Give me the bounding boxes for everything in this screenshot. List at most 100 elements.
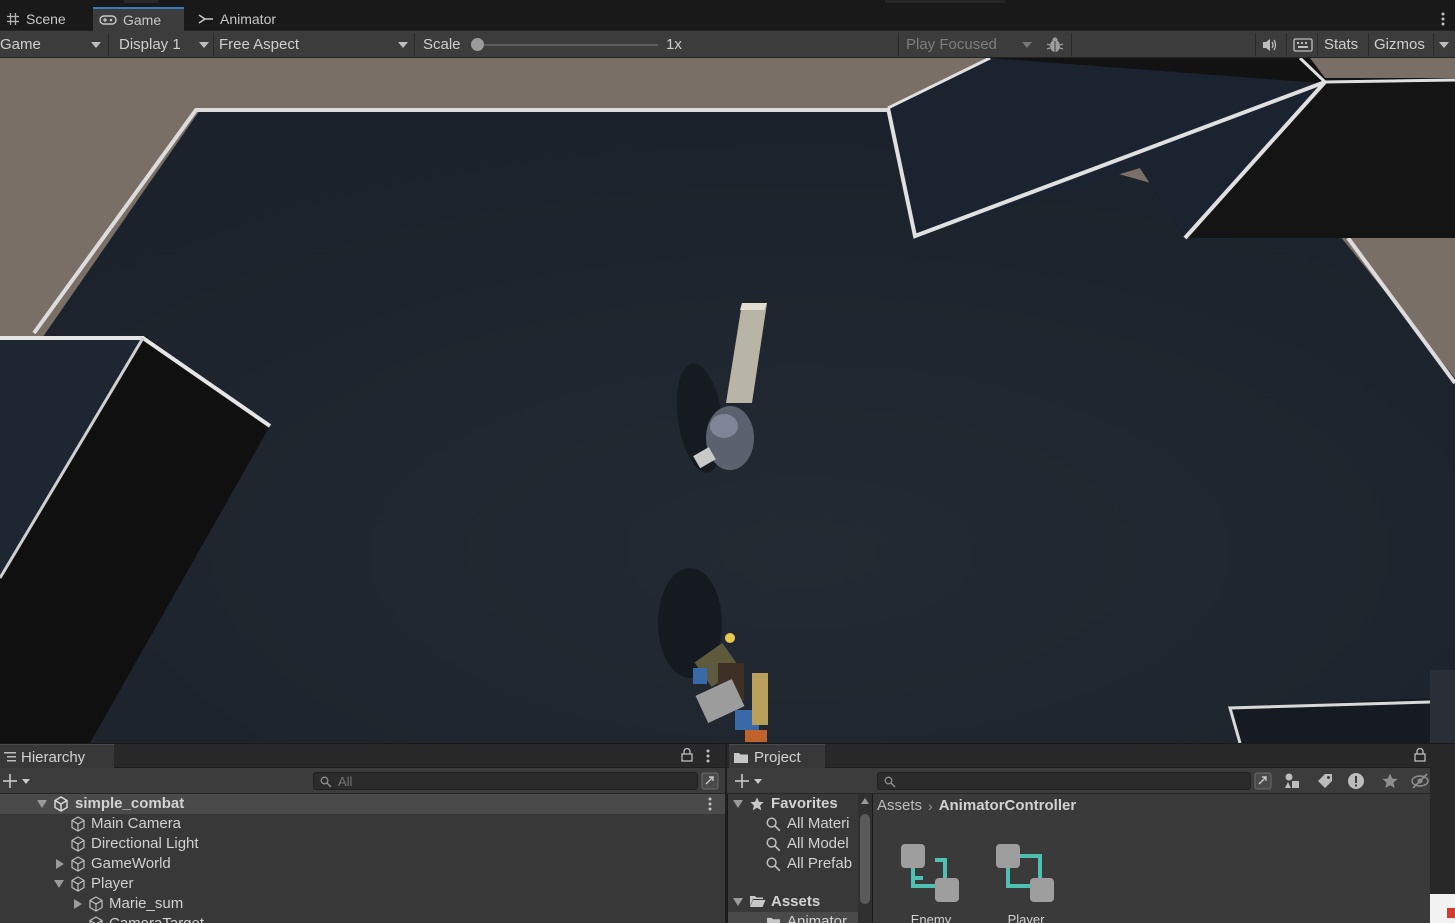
grid-icon (6, 12, 20, 26)
game-viewport[interactable] (0, 58, 1455, 743)
hierarchy-item[interactable]: CameraTarget (0, 914, 725, 923)
hierarchy-title: Hierarchy (21, 748, 86, 766)
gameobject-icon (70, 816, 86, 836)
breadcrumb-current[interactable]: AnimatorController (939, 797, 1077, 814)
hierarchy-more-icon[interactable] (706, 748, 710, 767)
game-render (0, 58, 1455, 743)
asset-tile[interactable]: Enemy (899, 842, 963, 923)
chevron-down-icon (1022, 42, 1032, 48)
favorite-item-label: All Model (787, 835, 849, 852)
view-tab-bar: Scene Game Animator (0, 7, 1455, 31)
chevron-down-icon (398, 42, 408, 48)
more-options-icon[interactable] (1441, 10, 1445, 28)
scene-more-icon[interactable] (708, 796, 712, 816)
hierarchy-search-input[interactable] (313, 772, 698, 790)
hierarchy-search[interactable] (313, 768, 698, 794)
hidden-packages-icon[interactable] (1411, 772, 1429, 793)
top-strip-highlight (124, 0, 158, 3)
play-mode-label: Play Focused (906, 36, 997, 53)
expand-arrow-icon[interactable] (74, 899, 82, 909)
hierarchy-item[interactable]: Main Camera (0, 814, 725, 834)
lock-icon[interactable] (681, 747, 693, 765)
project-header: Project (727, 744, 1430, 769)
favorites-row[interactable]: Favorites (728, 794, 858, 814)
assets-child-row[interactable]: Animator (728, 912, 858, 923)
audio-icon[interactable] (1261, 31, 1279, 58)
filter-by-label-icon[interactable] (1316, 772, 1334, 793)
keyboard-icon[interactable] (1293, 31, 1313, 58)
gameobject-icon (88, 896, 104, 916)
game-mode-label: Game (0, 36, 41, 53)
hierarchy-item-label: GameWorld (91, 855, 171, 872)
toolbar-divider (213, 33, 214, 56)
asset-tile[interactable]: Player (994, 842, 1058, 923)
project-lock-icon[interactable] (1414, 747, 1426, 765)
collapse-arrow-icon[interactable] (733, 800, 743, 808)
hierarchy-item[interactable]: GameWorld (0, 854, 725, 874)
scale-label: Scale (423, 36, 461, 53)
breadcrumb-root[interactable]: Assets (877, 797, 922, 814)
hierarchy-add-button[interactable] (3, 772, 33, 793)
expand-arrow-icon[interactable] (56, 859, 64, 869)
folder-tree-scrollbar[interactable] (858, 794, 872, 923)
hierarchy-item[interactable]: Marie_sum (0, 894, 725, 914)
project-add-button[interactable] (735, 772, 765, 793)
animator-controller-icon (901, 844, 959, 902)
star-icon[interactable] (1381, 772, 1399, 793)
toolbar-divider (1071, 33, 1072, 56)
scroll-up-icon[interactable] (861, 798, 869, 804)
desktop-edge (1430, 744, 1455, 923)
warning-filter-icon[interactable] (1347, 772, 1365, 793)
asset-tile-label: Enemy (910, 912, 952, 923)
scene-row[interactable]: simple_combat (0, 794, 725, 814)
search-expand-icon[interactable] (1254, 772, 1272, 793)
display-label: Display 1 (119, 36, 181, 53)
hierarchy-item[interactable]: Player (0, 874, 725, 894)
hierarchy-item-label: Directional Light (91, 835, 199, 852)
play-mode-dropdown[interactable]: Play Focused (906, 31, 1036, 58)
tab-animator[interactable]: Animator (192, 7, 282, 31)
stats-button[interactable]: Stats (1324, 31, 1358, 58)
favorite-item[interactable]: All Prefab (728, 854, 858, 874)
game-mode-dropdown[interactable]: Game (0, 31, 104, 58)
bug-icon[interactable] (1045, 31, 1065, 58)
scale-slider-track[interactable] (478, 44, 658, 46)
collapse-arrow-icon[interactable] (733, 898, 743, 906)
toolbar-divider (1255, 33, 1256, 56)
assets-row[interactable]: Assets (728, 892, 858, 912)
tab-scene[interactable]: Scene (0, 7, 72, 31)
gizmos-chevron-down-icon[interactable] (1439, 42, 1449, 48)
favorite-item-label: All Materi (787, 815, 850, 832)
animator-controller-icon (996, 844, 1054, 902)
tab-hierarchy[interactable]: Hierarchy (0, 744, 114, 769)
gameobject-icon (70, 836, 86, 856)
hierarchy-item[interactable]: Directional Light (0, 834, 725, 854)
hierarchy-list: simple_combat Main Camera Directional Li… (0, 794, 725, 923)
tab-scene-label: Scene (26, 11, 66, 27)
project-search[interactable] (877, 768, 1251, 794)
search-icon (766, 817, 781, 835)
tab-project[interactable]: Project (729, 744, 825, 769)
project-toolbar (727, 768, 1430, 794)
tab-game[interactable]: Game (93, 7, 184, 31)
gizmos-button[interactable]: Gizmos (1374, 31, 1425, 58)
assets-label: Assets (771, 893, 821, 910)
toolbar-divider (414, 33, 415, 56)
collapse-arrow-icon[interactable] (54, 880, 64, 888)
hierarchy-item-label: Marie_sum (109, 895, 184, 912)
aspect-dropdown[interactable]: Free Aspect (219, 31, 411, 58)
scrollbar-thumb[interactable] (860, 814, 870, 904)
folder-icon (766, 915, 781, 923)
favorite-item[interactable]: All Materi (728, 814, 858, 834)
expand-arrow-icon[interactable] (37, 800, 47, 808)
filter-by-type-icon[interactable] (1283, 772, 1301, 793)
scale-slider-handle[interactable] (471, 38, 484, 51)
animator-icon (198, 13, 214, 25)
toolbar-divider (1317, 33, 1318, 56)
project-search-input[interactable] (877, 772, 1251, 790)
search-expand-icon[interactable] (701, 772, 719, 793)
favorite-item[interactable]: All Model (728, 834, 858, 854)
display-dropdown[interactable]: Display 1 (119, 31, 211, 58)
gameobject-icon (70, 856, 86, 876)
chevron-down-icon (91, 42, 101, 48)
